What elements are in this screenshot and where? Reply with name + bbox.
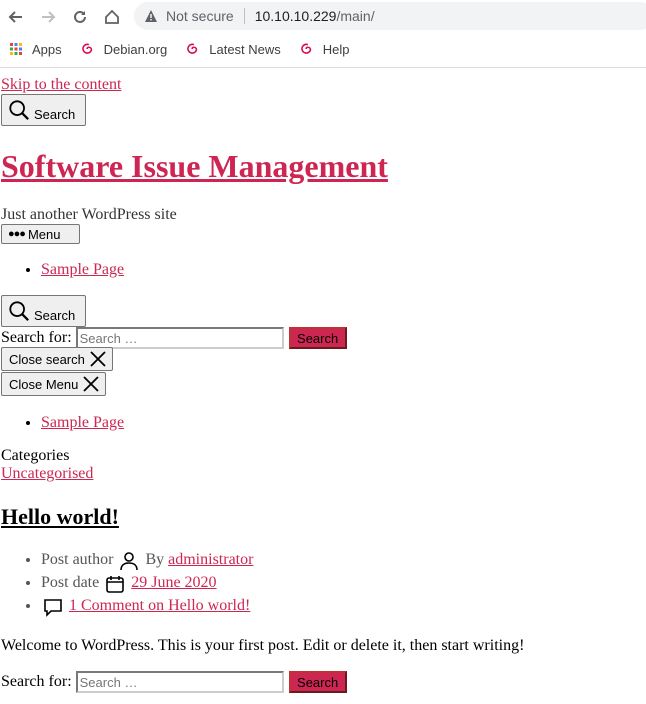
post-date-meta: Post date 29 June 2020: [41, 571, 253, 594]
nav-link-sample-page[interactable]: Sample Page: [41, 261, 124, 278]
apps-grid-icon: [8, 41, 24, 57]
search-icon: [9, 301, 29, 321]
nav-item: Sample Page: [41, 414, 124, 432]
comment-icon: [44, 599, 62, 617]
calendar-icon: [106, 576, 125, 593]
url-separator: [243, 8, 245, 24]
search-icon: [9, 100, 29, 120]
modal-nav: Sample Page: [41, 414, 124, 432]
warning-icon: [144, 9, 158, 23]
footer-search-form: Search for: Search … Search: [1, 671, 347, 693]
reload-icon: [74, 10, 86, 23]
debian-swirl-icon: [185, 41, 201, 57]
comments-link[interactable]: 1 Comment on Hello world!: [69, 597, 250, 614]
search-submit-button[interactable]: Search: [288, 327, 347, 349]
site-description: Just another WordPress site: [1, 206, 177, 223]
bookmark-latest-news[interactable]: Latest News: [185, 41, 281, 57]
search-toggle-button[interactable]: Search: [1, 94, 86, 126]
back-button[interactable]: [0, 0, 32, 33]
search-label: Search for:: [1, 329, 72, 346]
user-icon: [120, 552, 139, 571]
forward-button[interactable]: [32, 0, 64, 33]
close-icon: [83, 376, 100, 392]
post-title-link[interactable]: Hello world!: [1, 504, 119, 529]
search-submit-button[interactable]: Search: [288, 671, 347, 693]
bookmark-debian[interactable]: Debian.org: [80, 41, 168, 57]
close-search-label: Close search: [9, 351, 85, 367]
not-secure-label[interactable]: Not secure: [166, 8, 234, 24]
dots-icon: ●●●: [8, 228, 26, 240]
url-path: /main/: [336, 8, 375, 24]
categories-label: Categories: [1, 447, 70, 464]
close-menu-button[interactable]: Close Menu: [1, 372, 106, 396]
home-button[interactable]: [96, 0, 128, 33]
home-icon: [105, 9, 119, 24]
author-label: Post author: [41, 551, 114, 568]
nav-link-sample-page[interactable]: Sample Page: [41, 414, 124, 431]
search-toggle-label: Search: [34, 106, 76, 122]
menu-toggle-button[interactable]: ●●● Menu: [1, 224, 80, 244]
bookmark-label: Latest News: [209, 41, 281, 57]
site-title[interactable]: Software Issue Management: [1, 148, 388, 185]
bookmark-help[interactable]: Help: [299, 41, 350, 57]
debian-swirl-icon: [299, 41, 315, 57]
reload-button[interactable]: [64, 0, 96, 33]
search-input[interactable]: Search …: [75, 671, 284, 693]
bookmark-label: Debian.org: [103, 41, 168, 57]
search-form: Search for: Search … Search: [1, 327, 347, 349]
arrow-left-icon: [8, 10, 22, 23]
date-label: Post date: [41, 574, 100, 591]
category-link[interactable]: Uncategorised: [1, 465, 93, 483]
author-by: By: [145, 551, 165, 568]
close-search-button[interactable]: Close search: [1, 347, 113, 371]
bookmark-apps[interactable]: Apps: [8, 41, 62, 57]
post-title: Hello world!: [1, 504, 119, 530]
close-icon: [90, 351, 106, 367]
chrome-divider: [0, 67, 646, 68]
search-toggle-button-2[interactable]: Search: [1, 295, 86, 327]
post-comments-meta: 1 Comment on Hello world!: [41, 594, 253, 617]
bookmarks-bar: Apps Debian.org Latest News Help: [0, 37, 646, 61]
post-date-link[interactable]: 29 June 2020: [131, 574, 216, 591]
post-content: Welcome to WordPress. This is your first…: [1, 637, 525, 654]
nav-item: Sample Page: [41, 261, 124, 279]
post-author-meta: Post author By administrator: [41, 548, 253, 571]
arrow-right-icon: [42, 10, 56, 23]
address-bar[interactable]: Not secure 10.10.10.229/main/: [134, 2, 646, 30]
search-label: Search for:: [1, 673, 72, 690]
search-input[interactable]: Search …: [75, 327, 284, 349]
menu-label: Menu: [27, 226, 61, 242]
skip-to-content-link[interactable]: Skip to the content: [1, 76, 121, 94]
close-menu-label: Close Menu: [9, 376, 79, 392]
primary-nav: Sample Page: [41, 261, 124, 279]
author-link[interactable]: administrator: [168, 551, 253, 568]
bookmark-label: Apps: [32, 41, 62, 57]
url-host: 10.10.10.229: [254, 8, 337, 24]
post-meta: Post author By administrator Post date 2…: [41, 548, 253, 617]
search-toggle-label: Search: [34, 307, 76, 323]
debian-swirl-icon: [80, 41, 96, 57]
bookmark-label: Help: [322, 41, 350, 57]
